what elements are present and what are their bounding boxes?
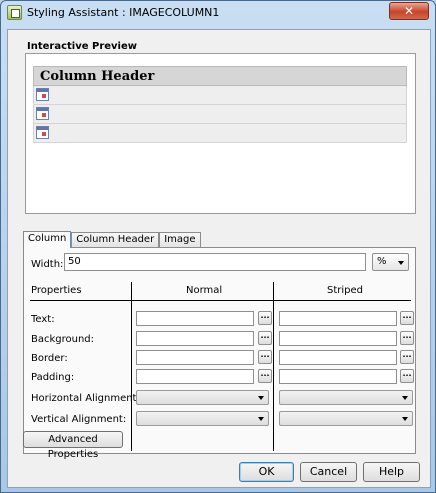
width-input[interactable]: 50 xyxy=(64,253,366,271)
horizontal-alignment-striped-select[interactable] xyxy=(279,390,413,405)
background-striped-field[interactable] xyxy=(279,331,397,346)
padding-label: Padding: xyxy=(31,372,75,383)
tab-image[interactable]: Image xyxy=(159,232,201,247)
padding-striped-field[interactable] xyxy=(279,369,397,384)
text-striped-field[interactable] xyxy=(279,311,397,326)
chevron-down-icon xyxy=(402,417,408,421)
grid-divider xyxy=(273,282,274,451)
horizontal-alignment-normal-select[interactable] xyxy=(136,390,269,405)
grid-divider xyxy=(30,300,411,301)
preview-row xyxy=(33,86,407,105)
image-icon xyxy=(36,126,49,139)
advanced-properties-button[interactable]: Advanced Properties xyxy=(23,431,123,460)
text-striped-browse-button[interactable]: ... xyxy=(400,311,414,325)
normal-column-header: Normal xyxy=(186,285,223,296)
vertical-alignment-striped-select[interactable] xyxy=(279,411,413,426)
text-normal-field[interactable] xyxy=(136,311,254,326)
chevron-down-icon xyxy=(258,417,264,421)
preview-table: Column Header xyxy=(33,66,407,143)
border-striped-browse-button[interactable]: ... xyxy=(400,350,414,364)
width-unit-value: % xyxy=(377,256,387,267)
border-normal-browse-button[interactable]: ... xyxy=(258,350,272,364)
image-icon xyxy=(36,107,49,120)
chevron-down-icon xyxy=(258,396,264,400)
background-striped-browse-button[interactable]: ... xyxy=(400,331,414,345)
border-striped-field[interactable] xyxy=(279,350,397,365)
width-unit-select[interactable]: % xyxy=(372,253,409,271)
text-label: Text: xyxy=(31,314,55,325)
chevron-down-icon xyxy=(402,396,408,400)
column-tab-panel: Width: 50 % Properties Normal Striped Te… xyxy=(23,247,416,454)
cancel-button[interactable]: Cancel xyxy=(300,462,357,482)
properties-column-header: Properties xyxy=(31,285,82,296)
vertical-alignment-label: Vertical Alignment: xyxy=(31,414,127,425)
interactive-preview: Column Header xyxy=(25,53,416,214)
preview-row xyxy=(33,124,407,143)
padding-normal-field[interactable] xyxy=(136,369,254,384)
preview-column-header: Column Header xyxy=(33,66,407,86)
background-normal-field[interactable] xyxy=(136,331,254,346)
chevron-down-icon xyxy=(398,261,404,265)
app-icon xyxy=(7,5,22,20)
window-title: Styling Assistant : IMAGECOLUMN1 xyxy=(27,6,220,19)
background-label: Background: xyxy=(31,334,95,345)
tab-column[interactable]: Column xyxy=(23,231,72,248)
preview-row xyxy=(33,105,407,124)
tab-strip: Column Column Header Image xyxy=(23,231,201,248)
horizontal-alignment-label: Horizontal Alignment: xyxy=(31,393,140,404)
image-icon xyxy=(36,88,49,101)
border-normal-field[interactable] xyxy=(136,350,254,365)
background-normal-browse-button[interactable]: ... xyxy=(258,331,272,345)
tab-column-header[interactable]: Column Header xyxy=(71,232,160,247)
border-label: Border: xyxy=(31,353,68,364)
width-label: Width: xyxy=(31,259,64,270)
preview-group-label: Interactive Preview xyxy=(27,41,138,52)
ok-button[interactable]: OK xyxy=(239,462,294,482)
vertical-alignment-normal-select[interactable] xyxy=(136,411,269,426)
dialog-body: Interactive Preview Column Header Column… xyxy=(7,29,431,488)
help-button[interactable]: Help xyxy=(363,462,420,482)
striped-column-header: Striped xyxy=(327,285,364,296)
dialog-window: Styling Assistant : IMAGECOLUMN1 ✕ Inter… xyxy=(0,0,436,493)
grid-divider xyxy=(131,282,132,451)
text-normal-browse-button[interactable]: ... xyxy=(258,311,272,325)
title-bar[interactable]: Styling Assistant : IMAGECOLUMN1 ✕ xyxy=(1,1,435,25)
padding-striped-browse-button[interactable]: ... xyxy=(400,369,414,383)
padding-normal-browse-button[interactable]: ... xyxy=(258,369,272,383)
close-button[interactable]: ✕ xyxy=(389,2,429,20)
